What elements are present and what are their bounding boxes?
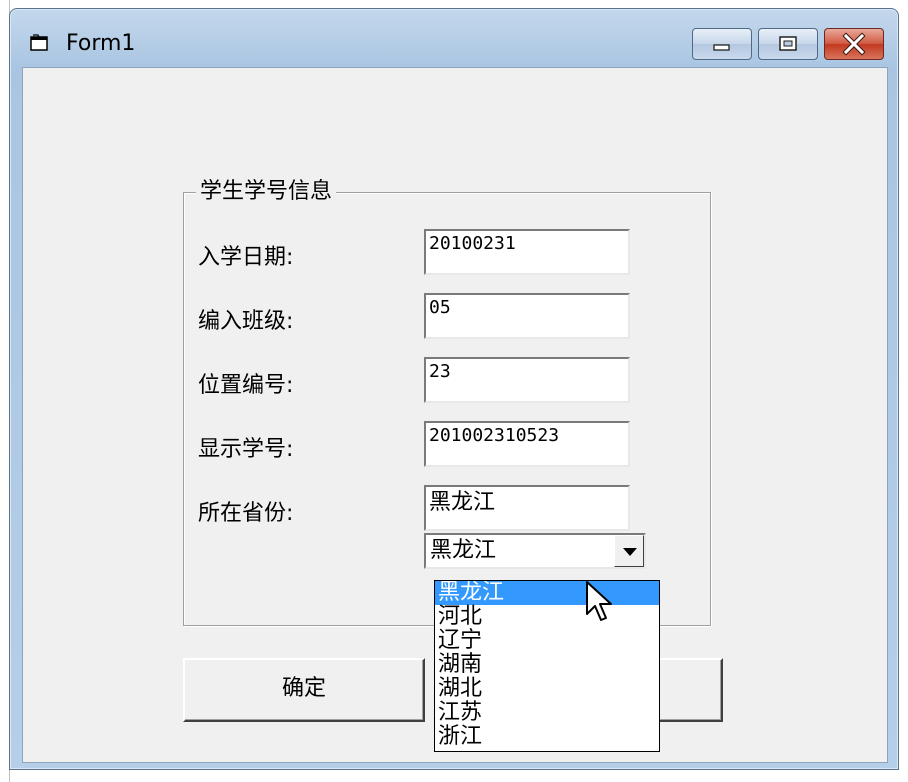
enrollment-date-label: 入学日期: xyxy=(198,245,294,270)
dropdown-option[interactable]: 河北 xyxy=(435,605,659,629)
province-combo[interactable]: 黑龙江 xyxy=(424,533,646,569)
close-icon xyxy=(842,32,866,56)
combo-dropdown-button[interactable] xyxy=(614,535,644,567)
form-window: Form1 学生学号信息 入学日期: 20100231 编入班级: 05 位置编… xyxy=(9,8,899,770)
province-input[interactable]: 黑龙江 xyxy=(424,485,630,531)
position-number-input[interactable]: 23 xyxy=(424,357,630,403)
close-button[interactable] xyxy=(824,28,884,60)
frame-title: 学生学号信息 xyxy=(196,179,337,205)
title-bar[interactable]: Form1 xyxy=(10,9,898,69)
form-app-icon xyxy=(30,34,48,51)
combo-selected-text: 黑龙江 xyxy=(430,538,497,563)
dropdown-option[interactable]: 浙江 xyxy=(435,725,659,749)
class-label: 编入班级: xyxy=(198,309,294,334)
dropdown-option[interactable]: 江苏 xyxy=(435,701,659,725)
minimize-icon xyxy=(713,44,730,51)
minimize-button[interactable] xyxy=(692,28,752,60)
position-number-label: 位置编号: xyxy=(198,373,294,398)
dropdown-option[interactable]: 湖南 xyxy=(435,653,659,677)
student-info-frame: 学生学号信息 入学日期: 20100231 编入班级: 05 位置编号: 23 … xyxy=(183,179,711,626)
province-label: 所在省份: xyxy=(198,501,294,526)
chevron-down-icon xyxy=(623,548,637,556)
student-id-input[interactable]: 201002310523 xyxy=(424,421,630,467)
mouse-cursor-icon xyxy=(586,581,612,621)
student-id-label: 显示学号: xyxy=(198,437,294,462)
dropdown-option[interactable]: 湖北 xyxy=(435,677,659,701)
form-client-area: 学生学号信息 入学日期: 20100231 编入班级: 05 位置编号: 23 … xyxy=(22,67,888,763)
dropdown-option[interactable]: 辽宁 xyxy=(435,629,659,653)
maximize-button[interactable] xyxy=(758,28,818,60)
class-input[interactable]: 05 xyxy=(424,293,630,339)
window-title: Form1 xyxy=(66,31,136,56)
enrollment-date-input[interactable]: 20100231 xyxy=(424,229,630,275)
ok-button[interactable]: 确定 xyxy=(183,658,425,722)
province-dropdown-list[interactable]: 黑龙江 河北 辽宁 湖南 湖北 江苏 浙江 xyxy=(434,580,660,752)
maximize-icon xyxy=(779,36,797,51)
dropdown-option[interactable]: 黑龙江 xyxy=(435,581,659,605)
